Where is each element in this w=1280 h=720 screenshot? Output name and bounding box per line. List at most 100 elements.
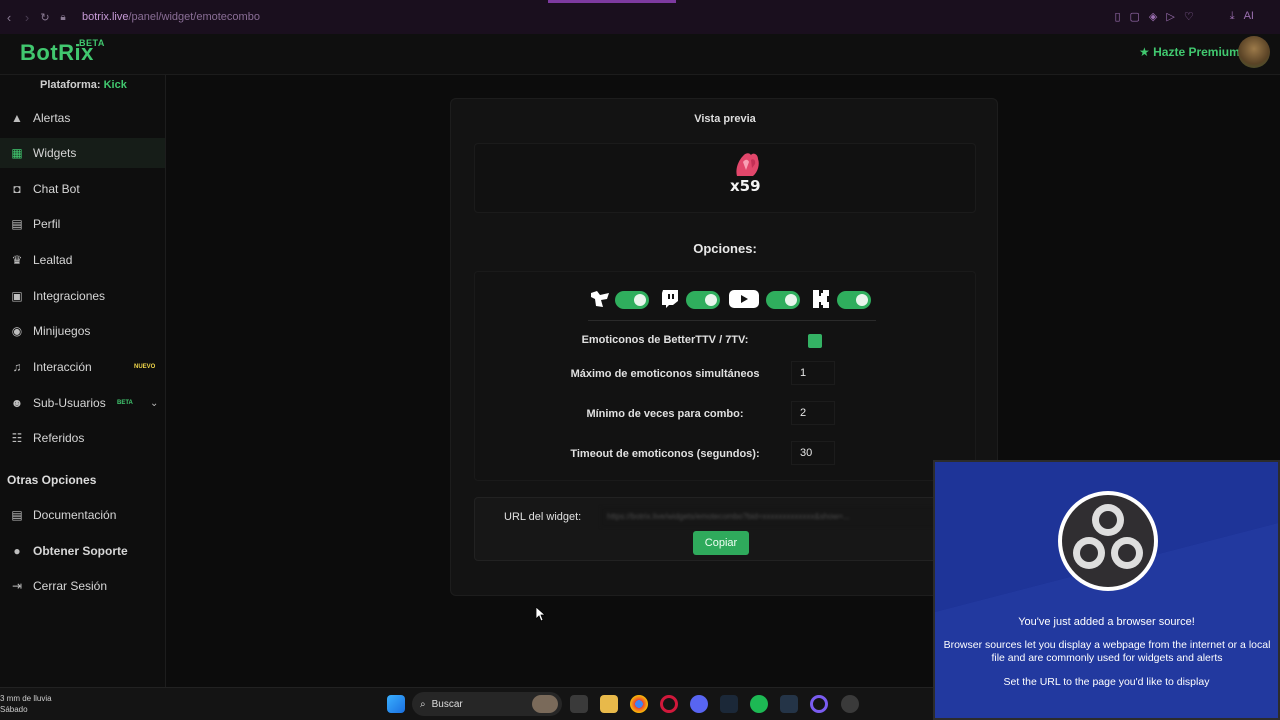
trophy-icon: ♛ — [11, 253, 23, 267]
sidebar-item-sub-usuarios[interactable]: ☻ Sub-Usuarios BETA ⌄ — [0, 388, 165, 418]
reload-icon[interactable]: ↻ — [36, 11, 54, 24]
new-badge: NUEVO — [134, 364, 156, 370]
twitch-toggle[interactable] — [686, 291, 720, 309]
steam-alt-icon[interactable] — [780, 695, 798, 713]
shield-icon[interactable]: ◈ — [1149, 10, 1157, 23]
other-options-title: Otras Opciones — [7, 473, 97, 487]
widget-url-box: URL del widget: https://botrix.live/widg… — [474, 497, 944, 561]
music-icon: ♫ — [12, 360, 22, 374]
kick-icon — [809, 288, 833, 310]
grid-icon: ▦ — [11, 146, 23, 160]
sidebar-item-perfil[interactable]: ▤ Perfil — [0, 209, 165, 239]
max-emotes-input[interactable]: 1 — [791, 361, 835, 385]
botrix-logo[interactable]: BotRix BETA — [20, 38, 104, 66]
preview-box: x59 — [474, 143, 976, 213]
sidebar-item-minijuegos[interactable]: ◉ Minijuegos — [0, 316, 165, 346]
task-view-icon[interactable] — [570, 695, 588, 713]
gamepad-icon: ◉ — [11, 324, 23, 338]
obs-title: You've just added a browser source! — [1018, 616, 1195, 628]
max-emotes-label: Máximo de emoticonos simultáneos — [570, 368, 760, 380]
logout-icon: ⇥ — [11, 579, 23, 593]
kick-chat-toggle[interactable] — [615, 291, 649, 309]
combo-count: x59 — [730, 177, 761, 195]
browser-extensions: ▯ ▢ ◈ ▷ ♡ ⤓ AI — [1114, 10, 1254, 23]
search-icon: ⌕ — [420, 698, 426, 710]
options-box: Emoticonos de BetterTTV / 7TV: Máximo de… — [474, 271, 976, 481]
sidebar-item-alertas[interactable]: ▲ Alertas — [0, 103, 165, 133]
forward-icon[interactable]: › — [18, 10, 36, 25]
app-header: BotRix BETA ★ Hazte Premium — [0, 34, 1280, 75]
file-explorer-icon[interactable] — [600, 695, 618, 713]
address-bar[interactable]: botrix.live/panel/widget/emotecombo — [82, 11, 260, 23]
obs-browser-source-panel: You've just added a browser source! Brow… — [933, 460, 1280, 720]
help-icon: ● — [13, 544, 21, 558]
sidebar-item-documentacion[interactable]: ▤ Documentación — [0, 500, 165, 530]
bttv-checkbox[interactable] — [808, 334, 822, 348]
sidebar-item-lealtad[interactable]: ♛ Lealtad — [0, 245, 165, 275]
widget-url-label: URL del widget: — [504, 511, 582, 523]
document-icon: ▤ — [11, 508, 23, 522]
weather-widget[interactable]: 3 mm de lluvia Sábado — [0, 693, 52, 715]
plug-icon: ▣ — [11, 289, 23, 303]
timeout-input[interactable]: 30 — [791, 441, 835, 465]
widget-url-field[interactable]: https://botrix.live/widgets/emotecombo?b… — [601, 507, 936, 527]
mouse-cursor-icon — [536, 607, 546, 622]
active-tab-indicator — [548, 0, 676, 3]
windows-start-icon[interactable] — [387, 695, 405, 713]
twitch-icon — [658, 288, 682, 310]
avatar[interactable] — [1238, 36, 1270, 68]
sidebar-item-soporte[interactable]: ● Obtener Soporte — [0, 536, 165, 566]
min-combo-input[interactable]: 2 — [791, 401, 835, 425]
people-icon: ☷ — [11, 431, 23, 445]
beta-badge: BETA — [117, 400, 133, 406]
min-combo-label: Mínimo de veces para combo: — [586, 408, 744, 420]
emote-image — [736, 153, 759, 176]
star-icon: ★ — [1139, 45, 1150, 59]
download-icon[interactable]: ⤓ — [1230, 10, 1235, 23]
kick-toggle[interactable] — [837, 291, 871, 309]
bookmark-icon[interactable]: ▯ — [1114, 10, 1120, 23]
premium-button[interactable]: ★ Hazte Premium — [1139, 45, 1240, 59]
spotify-icon[interactable] — [750, 695, 768, 713]
sidebar-item-chat-bot[interactable]: ◘ Chat Bot — [0, 174, 165, 204]
bttv-label: Emoticonos de BetterTTV / 7TV: — [581, 334, 749, 346]
options-title: Opciones: — [693, 241, 757, 256]
copy-button[interactable]: Copiar — [693, 531, 749, 555]
sidebar-item-interaccion[interactable]: ♫ Interacción NUEVO — [0, 352, 165, 382]
platform-indicator: Plataforma: Kick — [40, 79, 127, 91]
opera-icon[interactable] — [660, 695, 678, 713]
obs-description: Browser sources let you display a webpag… — [943, 639, 1271, 664]
platform-toggles — [588, 285, 876, 321]
timeout-label: Timeout de emoticonos (segundos): — [570, 448, 760, 460]
kick-chat-icon — [588, 288, 612, 310]
sidebar-item-integraciones[interactable]: ▣ Integraciones — [0, 281, 165, 311]
widget-settings-card: Vista previa x59 Opciones: Emoticonos de… — [450, 98, 998, 596]
chevron-down-icon[interactable]: ⌄ — [150, 398, 158, 409]
youtube-toggle[interactable] — [766, 291, 800, 309]
id-card-icon: ▤ — [11, 217, 23, 231]
warning-icon: ▲ — [11, 111, 23, 125]
chrome-icon[interactable] — [630, 695, 648, 713]
lock-icon: 🔒︎ — [60, 11, 66, 23]
obs-logo-icon — [1058, 491, 1158, 591]
screenshot-icon[interactable]: ▢ — [1130, 10, 1140, 23]
youtube-icon — [729, 288, 759, 310]
heart-icon[interactable]: ♡ — [1184, 10, 1194, 23]
browser-toolbar: ‹ › ↻ 🔒︎ botrix.live/panel/widget/emotec… — [0, 0, 1280, 34]
sidebar-item-referidos[interactable]: ☷ Referidos — [0, 423, 165, 453]
users-icon: ☻ — [10, 396, 24, 410]
sidebar-item-cerrar-sesion[interactable]: ⇥ Cerrar Sesión — [0, 571, 165, 601]
play-icon[interactable]: ▷ — [1166, 10, 1174, 23]
robot-icon: ◘ — [13, 182, 21, 196]
discord-icon[interactable] — [690, 695, 708, 713]
obs-hint: Set the URL to the page you'd like to di… — [1003, 676, 1210, 688]
back-icon[interactable]: ‹ — [0, 10, 18, 25]
sidebar: Plataforma: Kick ▲ Alertas ▦ Widgets ◘ Chat… — [0, 75, 166, 687]
sidebar-item-widgets[interactable]: ▦ Widgets — [0, 138, 165, 168]
taskbar: 3 mm de lluvia Sábado ⌕ Buscar — [0, 687, 933, 720]
app-icon[interactable] — [810, 695, 828, 713]
steam-icon[interactable] — [720, 695, 738, 713]
obs-taskbar-icon[interactable] — [841, 695, 859, 713]
ai-icon[interactable]: AI — [1244, 10, 1254, 23]
preview-title: Vista previa — [694, 113, 756, 125]
